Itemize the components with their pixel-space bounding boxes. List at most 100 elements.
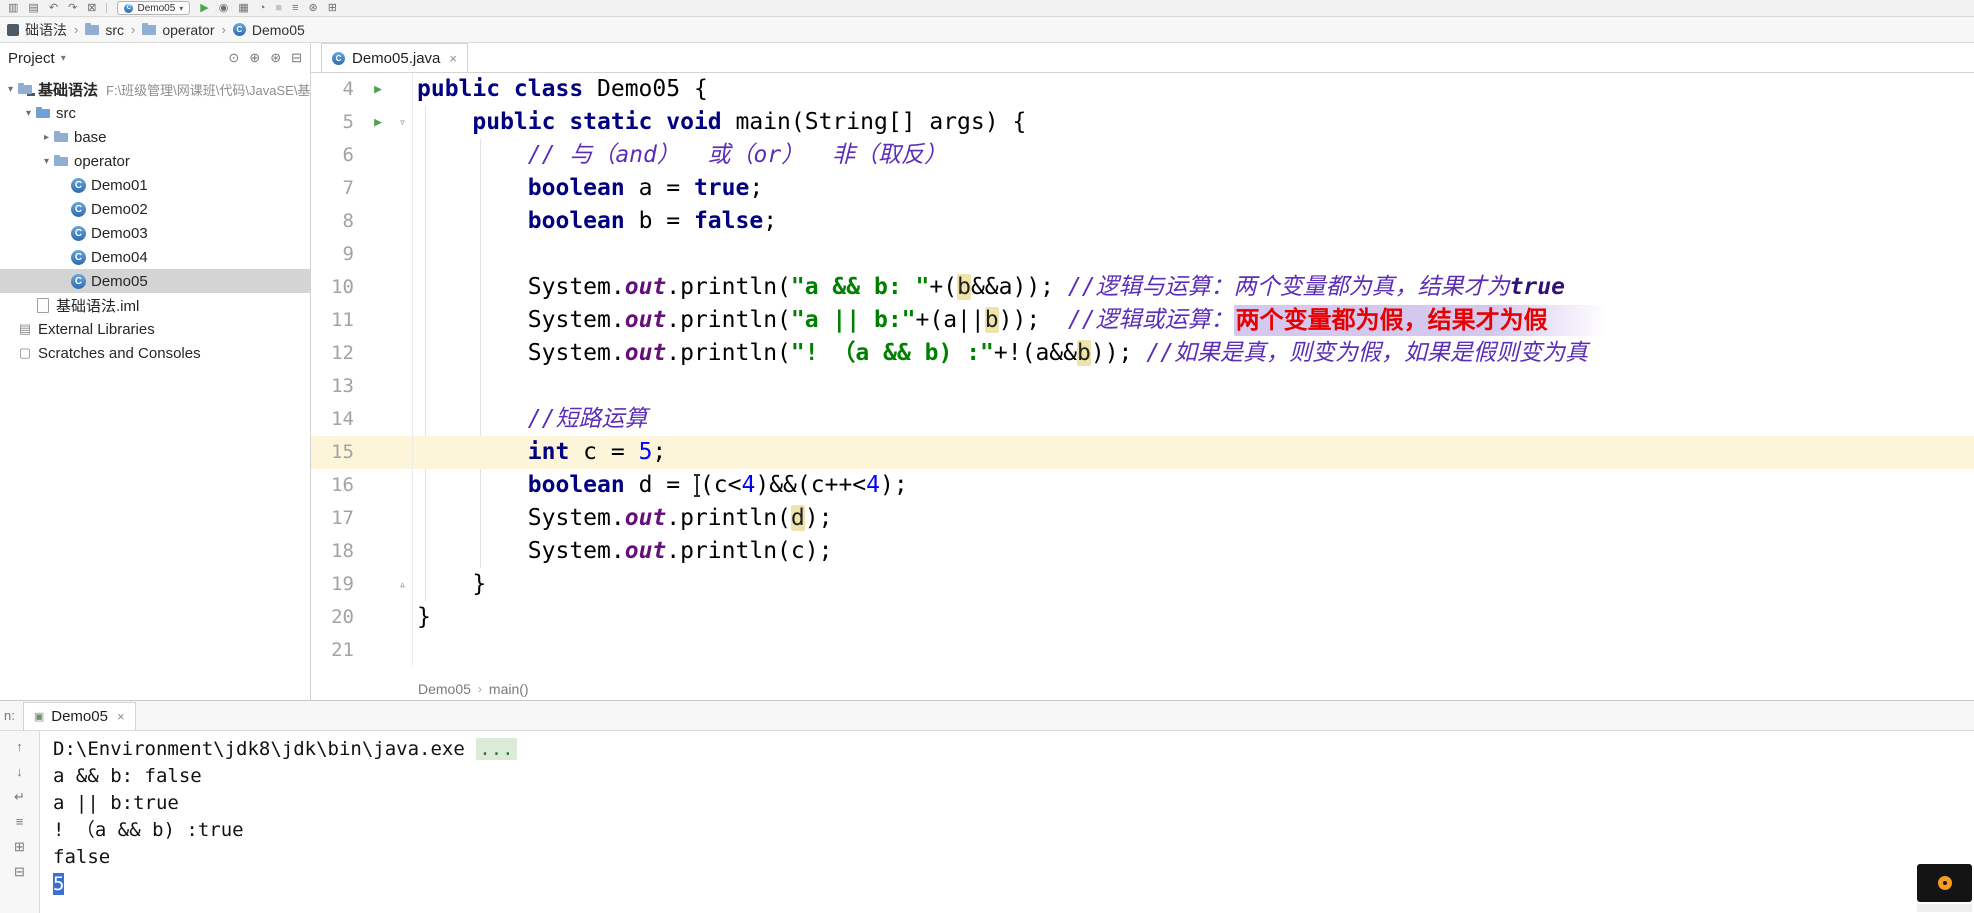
chevron-down-icon[interactable]: ▾: [40, 156, 53, 167]
run-button[interactable]: ▶: [200, 2, 208, 14]
code-token: .println(: [666, 505, 791, 531]
gutter-spacer: [363, 172, 393, 205]
editor-tab-demo05[interactable]: C Demo05.java ×: [321, 43, 468, 72]
close-icon[interactable]: ×: [449, 51, 457, 66]
code-line-18[interactable]: 18 System.out.println(c);: [311, 535, 1974, 568]
search-everywhere-button[interactable]: ≡: [292, 2, 298, 14]
code-line-6[interactable]: 6 // 与（and） 或（or） 非（取反）: [311, 139, 1974, 172]
code-line-14[interactable]: 14 //短路运算: [311, 403, 1974, 436]
breadcrumb-item-础语法[interactable]: 础语法: [4, 20, 70, 40]
coverage-button[interactable]: ▦: [238, 2, 248, 14]
next-occurrence-icon[interactable]: ↓: [16, 765, 23, 778]
breadcrumb-label: 础语法: [25, 21, 67, 38]
fold-marker-icon[interactable]: ▵: [393, 568, 413, 601]
chevron-right-icon[interactable]: ▸: [40, 132, 53, 143]
code-token: &&a));: [970, 274, 1068, 300]
tree-item-label: operator: [74, 152, 130, 170]
code-line-9[interactable]: 9: [311, 238, 1974, 271]
tree-item-Demo01[interactable]: C Demo01: [0, 173, 310, 197]
console-token: a || b:true: [53, 792, 179, 814]
gutter-spacer: [363, 403, 393, 436]
folder-icon: [53, 153, 69, 169]
settings-button[interactable]: ⊛: [309, 2, 318, 14]
code-editor[interactable]: 4 ▶ public class Demo05 {5 ▶ ▿ public static…: [311, 73, 1974, 677]
tree-item-Demo05[interactable]: C Demo05: [0, 269, 310, 293]
print-icon[interactable]: ⊞: [14, 840, 25, 853]
code-line-4[interactable]: 4 ▶ public class Demo05 {: [311, 73, 1974, 106]
code-line-8[interactable]: 8 boolean b = false;: [311, 205, 1974, 238]
tree-item-Demo03[interactable]: C Demo03: [0, 221, 310, 245]
tree-item-Demo02[interactable]: C Demo02: [0, 197, 310, 221]
chevron-down-icon[interactable]: ▾: [61, 53, 66, 64]
soft-wrap-icon[interactable]: ↵: [14, 790, 25, 803]
code-line-17[interactable]: 17 System.out.println(d);: [311, 502, 1974, 535]
code-text: System.out.println("a || b:"+(a||b)); //…: [413, 304, 1606, 337]
code-line-21[interactable]: 21: [311, 634, 1974, 667]
code-line-13[interactable]: 13: [311, 370, 1974, 403]
undo-icon[interactable]: ↶: [49, 2, 58, 14]
tree-item-operator[interactable]: ▾ operator: [0, 149, 310, 173]
code-token: 4: [866, 472, 880, 498]
breadcrumb-item-src[interactable]: src: [82, 22, 127, 38]
console-output[interactable]: D:\Environment\jdk8\jdk\bin\java.exe ...…: [40, 731, 1974, 913]
layout-button[interactable]: ⊞: [328, 2, 337, 14]
settings-icon[interactable]: ⊛: [270, 50, 281, 66]
code-token: a =: [638, 175, 694, 201]
tree-item-Scratches and Consoles[interactable]: ▢ Scratches and Consoles: [0, 341, 310, 365]
locate-file-icon[interactable]: ⊙: [228, 50, 239, 66]
stop-button[interactable]: ■: [275, 2, 282, 14]
chevron-down-icon[interactable]: ▾: [22, 108, 35, 119]
code-text: // 与（and） 或（or） 非（取反）: [413, 139, 947, 172]
code-line-16[interactable]: 16 boolean d = (c<4)&&(c++<4);: [311, 469, 1974, 502]
tree-item-src[interactable]: ▾ src: [0, 101, 310, 125]
redo-icon[interactable]: ↷: [68, 2, 77, 14]
selected-output: 5: [53, 873, 65, 895]
editor-breadcrumb-Demo05[interactable]: Demo05: [418, 681, 471, 697]
fold-marker-icon[interactable]: ▿: [393, 106, 413, 139]
expand-all-icon[interactable]: ⊕: [249, 50, 260, 66]
save-all-icon[interactable]: ▤: [28, 2, 38, 14]
clear-all-icon[interactable]: ⊟: [14, 865, 25, 878]
code-line-19[interactable]: 19 ▵ }: [311, 568, 1974, 601]
code-line-5[interactable]: 5 ▶ ▿ public static void main(String[] arg…: [311, 106, 1974, 139]
tree-item-label: External Libraries: [38, 320, 155, 338]
debug-button[interactable]: ◉: [219, 2, 229, 14]
breadcrumb-item-operator[interactable]: operator: [139, 22, 217, 38]
prev-occurrence-icon[interactable]: ↑: [16, 740, 23, 753]
collapse-all-icon[interactable]: ⊟: [291, 50, 302, 66]
tree-item-External Libraries[interactable]: ▤ External Libraries: [0, 317, 310, 341]
tree-item-基础语法[interactable]: ▾ 基础语法 F:\班级管理\网课班\代码\JavaSE\基础: [0, 77, 310, 101]
tree-item-基础语法.iml[interactable]: 基础语法.iml: [0, 293, 310, 317]
tree-item-Demo04[interactable]: C Demo04: [0, 245, 310, 269]
class-icon: C: [232, 23, 246, 36]
code-line-20[interactable]: 20}: [311, 601, 1974, 634]
line-number: 18: [331, 540, 354, 562]
run-config-selector[interactable]: C Demo05 ▾: [117, 1, 191, 15]
console-tab-demo05[interactable]: ▣ Demo05 ×: [22, 702, 136, 730]
run-line-icon[interactable]: ▶: [363, 106, 393, 139]
run-line-icon[interactable]: ▶: [363, 73, 393, 106]
code-line-11[interactable]: 11 System.out.println("a || b:"+(a||b));…: [311, 304, 1974, 337]
line-number: 21: [331, 639, 354, 661]
code-lines: 4 ▶ public class Demo05 {5 ▶ ▿ public static…: [311, 73, 1974, 667]
close-icon[interactable]: ×: [117, 709, 125, 724]
code-line-7[interactable]: 7 boolean a = true;: [311, 172, 1974, 205]
breadcrumb-item-Demo05[interactable]: C Demo05: [230, 22, 308, 38]
build-icon[interactable]: ⊠: [87, 2, 96, 14]
code-token: "! （a && b) :": [790, 340, 994, 366]
scroll-to-end-icon[interactable]: ≡: [16, 815, 24, 828]
class-icon: C: [71, 273, 86, 289]
breadcrumb-separator: ›: [477, 681, 482, 696]
fold-column: [393, 403, 413, 436]
tree-item-base[interactable]: ▸ base: [0, 125, 310, 149]
code-line-15[interactable]: 15 int c = 5;: [311, 436, 1974, 469]
open-project-icon[interactable]: ▥: [8, 2, 18, 14]
code-line-10[interactable]: 10 System.out.println("a && b: "+(b&&a))…: [311, 271, 1974, 304]
code-line-12[interactable]: 12 System.out.println("! （a && b) :"+!(a…: [311, 337, 1974, 370]
profiler-button[interactable]: ◔: [259, 2, 266, 14]
code-token: System.: [417, 274, 625, 300]
chevron-down-icon[interactable]: ▾: [4, 84, 17, 95]
editor-breadcrumb-main()[interactable]: main(): [489, 681, 529, 697]
